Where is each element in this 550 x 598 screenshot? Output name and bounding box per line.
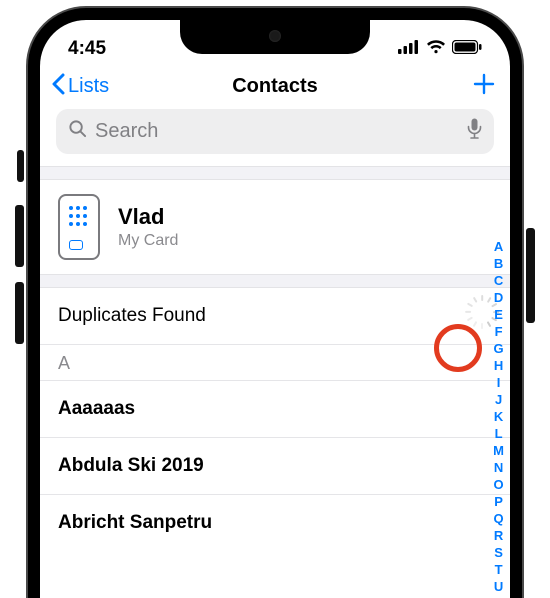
index-letter[interactable]: R <box>493 527 504 544</box>
index-letter[interactable]: B <box>493 255 504 272</box>
contact-row[interactable]: Aaaaaas <box>40 381 510 438</box>
plus-icon <box>472 72 496 96</box>
index-letter[interactable]: D <box>493 289 504 306</box>
volume-up-button <box>15 205 24 267</box>
index-letter[interactable]: S <box>493 544 504 561</box>
index-letter[interactable]: H <box>493 357 504 374</box>
status-time: 4:45 <box>68 38 106 60</box>
screen: 4:45 Lists Contacts <box>40 20 510 598</box>
nav-bar: Lists Contacts <box>40 66 510 109</box>
my-card-name: Vlad <box>118 204 178 230</box>
cellular-icon <box>398 38 420 60</box>
alphabet-index[interactable]: ABCDEFGHIJKLMNOPQRSTU <box>493 238 504 595</box>
index-letter[interactable]: O <box>493 476 504 493</box>
dictation-icon[interactable] <box>467 118 482 145</box>
index-letter[interactable]: F <box>493 323 504 340</box>
mute-switch <box>17 150 24 182</box>
index-letter[interactable]: K <box>493 408 504 425</box>
contact-row[interactable]: Abdula Ski 2019 <box>40 438 510 495</box>
contact-row[interactable]: Abricht Sanpetru <box>40 495 510 551</box>
spinner-icon <box>470 305 492 327</box>
power-button <box>526 228 535 323</box>
wifi-icon <box>426 38 446 60</box>
contact-name: Abdula Ski 2019 <box>58 455 204 477</box>
my-card-subtitle: My Card <box>118 232 178 250</box>
index-letter[interactable]: L <box>493 425 504 442</box>
index-letter[interactable]: M <box>493 442 504 459</box>
index-letter[interactable]: G <box>493 340 504 357</box>
volume-down-button <box>15 282 24 344</box>
index-letter[interactable]: T <box>493 561 504 578</box>
index-letter[interactable]: C <box>493 272 504 289</box>
index-letter[interactable]: Q <box>493 510 504 527</box>
index-letter[interactable]: I <box>493 374 504 391</box>
index-letter[interactable]: J <box>493 391 504 408</box>
divider <box>40 274 510 288</box>
device-frame: 4:45 Lists Contacts <box>28 8 522 598</box>
index-letter[interactable]: A <box>493 238 504 255</box>
search-input[interactable]: Search <box>56 109 494 154</box>
index-letter[interactable]: E <box>493 306 504 323</box>
search-icon <box>68 119 87 144</box>
index-letter[interactable]: P <box>493 493 504 510</box>
my-card-row[interactable]: Vlad My Card <box>40 180 510 274</box>
index-letter[interactable]: N <box>493 459 504 476</box>
search-placeholder: Search <box>95 120 459 143</box>
add-contact-button[interactable] <box>472 72 496 101</box>
page-title: Contacts <box>40 75 510 98</box>
duplicates-found-row[interactable]: Duplicates Found <box>40 288 510 345</box>
chevron-left-icon <box>50 73 66 101</box>
divider <box>40 166 510 180</box>
back-label: Lists <box>68 75 109 98</box>
duplicates-label: Duplicates Found <box>58 305 206 327</box>
section-header-a: A <box>40 345 510 381</box>
index-letter[interactable]: U <box>493 578 504 595</box>
notch <box>180 20 370 54</box>
back-button[interactable]: Lists <box>50 73 109 101</box>
contact-card-icon <box>58 194 100 260</box>
contact-name: Abricht Sanpetru <box>58 512 212 534</box>
contact-name: Aaaaaas <box>58 398 135 420</box>
battery-icon <box>452 38 482 60</box>
